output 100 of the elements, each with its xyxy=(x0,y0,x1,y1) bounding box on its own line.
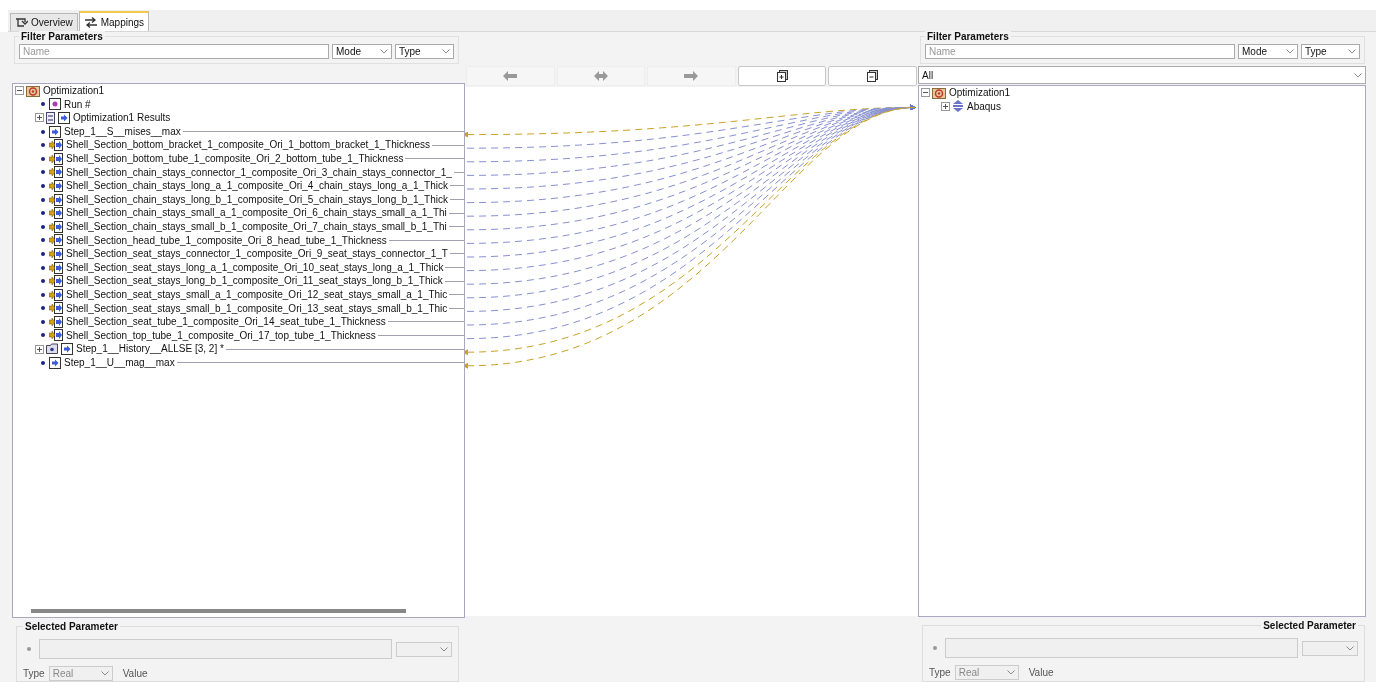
tree-item[interactable]: Optimization1 Results xyxy=(73,111,171,125)
bullet-icon xyxy=(27,647,31,651)
run-number-icon xyxy=(49,98,61,111)
bullet-icon xyxy=(41,102,45,107)
parameter-name-field[interactable] xyxy=(39,639,392,659)
bullet-icon xyxy=(933,646,937,650)
chevron-down-icon xyxy=(1346,645,1354,651)
collapse-toggle[interactable] xyxy=(921,88,930,98)
bullet-icon xyxy=(41,360,45,365)
type-label: Type xyxy=(23,668,45,679)
collapse-all-icon xyxy=(867,70,879,82)
tree-item[interactable]: Shell_Section_chain_stays_long_a_1_composite_Ori_4_chain_stays_long_a_1_Thick xyxy=(66,179,448,193)
folder-icon xyxy=(46,343,58,355)
value-label: Value xyxy=(122,668,148,679)
tree-item[interactable]: Shell_Section_head_tube_1_composite_Ori_8_head_tube_1_Thickness xyxy=(66,233,387,248)
group-title: Selected Parameter xyxy=(23,621,120,632)
tree-item[interactable]: Shell_Section_seat_stays_long_a_1_composite_Ori_10_seat_stays_long_a_1_Thick xyxy=(66,260,444,275)
tree-item[interactable]: Shell_Section_seat_stays_small_b_1_composite_Ori_13_seat_stays_small_b_1_Thic xyxy=(66,301,448,316)
chevron-down-icon xyxy=(1348,49,1356,54)
input-output-arrows-icon xyxy=(49,207,63,220)
plus-icon xyxy=(942,102,949,110)
bullet-icon xyxy=(41,238,45,243)
tree-item[interactable]: Shell_Section_chain_stays_small_b_1_composite_Ori_7_chain_stays_small_b_1_Thi xyxy=(66,219,447,234)
tree-item[interactable]: Step_1__History__ALLSE [3, 2] * xyxy=(76,342,224,356)
type-dropdown[interactable]: Type xyxy=(395,44,454,59)
expand-all-icon xyxy=(776,70,788,82)
bullet-icon xyxy=(41,292,45,297)
plus-icon xyxy=(36,345,43,353)
tab[interactable]: Overview xyxy=(10,13,78,31)
tree-item[interactable]: Shell_Section_bottom_bracket_1_composite_Ori_1_bottom_bracket_1_Thickness xyxy=(66,138,431,152)
output-arrow-icon xyxy=(49,356,61,369)
chevron-down-icon xyxy=(380,49,388,54)
tree-item[interactable]: Shell_Section_seat_tube_1_composite_Ori_14_seat_tube_1_Thickness xyxy=(66,315,386,329)
bullet-icon xyxy=(41,156,45,161)
parameter-name-field[interactable] xyxy=(945,638,1298,658)
toolbar-button[interactable] xyxy=(737,66,827,86)
input-output-arrows-icon xyxy=(49,288,63,301)
mode-dropdown[interactable]: Mode xyxy=(1238,44,1298,59)
group-title: Filter Parameters xyxy=(925,31,1011,42)
flow-arrow-icon xyxy=(15,17,28,28)
bullet-icon xyxy=(41,129,45,134)
target-folder-icon xyxy=(932,86,946,99)
output-arrow-icon xyxy=(61,343,73,356)
bullet-icon xyxy=(41,183,45,188)
input-output-arrows-icon xyxy=(49,139,63,152)
tree-item[interactable]: Shell_Section_seat_stays_small_a_1_composite_Ori_12_seat_stays_small_a_1_Thic xyxy=(66,287,448,302)
double-arrow-icon xyxy=(593,71,608,81)
mode-dropdown[interactable] xyxy=(396,641,452,657)
bullet-icon xyxy=(41,251,45,256)
expand-toggle[interactable] xyxy=(941,101,950,111)
horizontal-scrollbar[interactable] xyxy=(31,609,406,613)
tree-item[interactable]: Run # xyxy=(64,97,91,112)
group-title: Filter Parameters xyxy=(19,31,105,42)
toolbar-button[interactable] xyxy=(828,66,917,86)
name-filter-field[interactable]: Name xyxy=(925,44,1235,59)
double-arrow-icon xyxy=(952,100,964,113)
plus-icon xyxy=(36,114,43,122)
type-dropdown[interactable]: Type xyxy=(1301,44,1360,59)
target-folder-icon xyxy=(26,84,40,97)
input-output-arrows-icon xyxy=(49,315,63,328)
tree-item[interactable]: Optimization1 xyxy=(949,86,1011,100)
tree-item[interactable]: Shell_Section_top_tube_1_composite_Ori_17_top_tube_1_Thickness xyxy=(66,328,376,343)
output-arrow-icon xyxy=(58,112,70,124)
bullet-icon xyxy=(41,197,45,202)
tree-item[interactable]: Shell_Section_chain_stays_connector_1_composite_Ori_3_chain_stays_connector_1_ xyxy=(66,165,452,180)
tree-item[interactable]: Step_1__U__mag__max xyxy=(64,355,175,370)
output-arrow-icon xyxy=(49,125,61,138)
collapse-toggle[interactable] xyxy=(15,86,24,96)
expand-toggle[interactable] xyxy=(35,344,44,354)
chevron-down-icon xyxy=(1286,49,1294,54)
chevron-down-icon xyxy=(1006,670,1015,675)
bullet-icon xyxy=(41,265,45,270)
scope-dropdown[interactable]: All xyxy=(918,66,1366,84)
tree-item[interactable]: Shell_Section_seat_stays_long_b_1_composite_Ori_11_seat_stays_long_b_1_Thick xyxy=(66,274,443,288)
chevron-down-icon xyxy=(100,671,109,676)
name-filter-field[interactable]: Name xyxy=(19,44,329,59)
input-output-arrows-icon xyxy=(49,193,63,206)
chevron-down-icon xyxy=(440,646,448,652)
bullet-icon xyxy=(41,143,45,148)
tab[interactable]: Mappings xyxy=(78,11,150,31)
type-label: Type xyxy=(929,667,951,678)
tree-item[interactable]: Abaqus xyxy=(967,99,1001,114)
tree-item[interactable]: Shell_Section_chain_stays_small_a_1_composite_Ori_6_chain_stays_small_a_1_Thi xyxy=(66,206,447,220)
bullet-icon xyxy=(41,224,45,229)
mode-dropdown[interactable] xyxy=(1302,640,1358,656)
chevron-down-icon xyxy=(1354,72,1362,78)
tree-item[interactable]: Shell_Section_seat_stays_connector_1_composite_Ori_9_seat_stays_connector_1_T xyxy=(66,247,448,261)
tree-item[interactable]: Shell_Section_chain_stays_long_b_1_composite_Ori_5_chain_stays_long_b_1_Thick xyxy=(66,192,448,207)
tree-item[interactable]: Optimization1 xyxy=(43,84,105,98)
swap-arrows-icon xyxy=(83,16,98,28)
input-output-arrows-icon xyxy=(49,234,63,247)
chevron-down-icon xyxy=(442,49,450,54)
input-output-arrows-icon xyxy=(49,166,63,179)
bullet-icon xyxy=(41,279,45,284)
bullet-icon xyxy=(41,319,45,324)
tree-item[interactable]: Step_1__S__mises__max xyxy=(64,124,181,139)
bullet-icon xyxy=(41,306,45,311)
expand-toggle[interactable] xyxy=(35,113,44,123)
mode-dropdown[interactable]: Mode xyxy=(332,44,392,59)
tree-item[interactable]: Shell_Section_bottom_tube_1_composite_Ori_2_bottom_tube_1_Thickness xyxy=(66,151,404,166)
